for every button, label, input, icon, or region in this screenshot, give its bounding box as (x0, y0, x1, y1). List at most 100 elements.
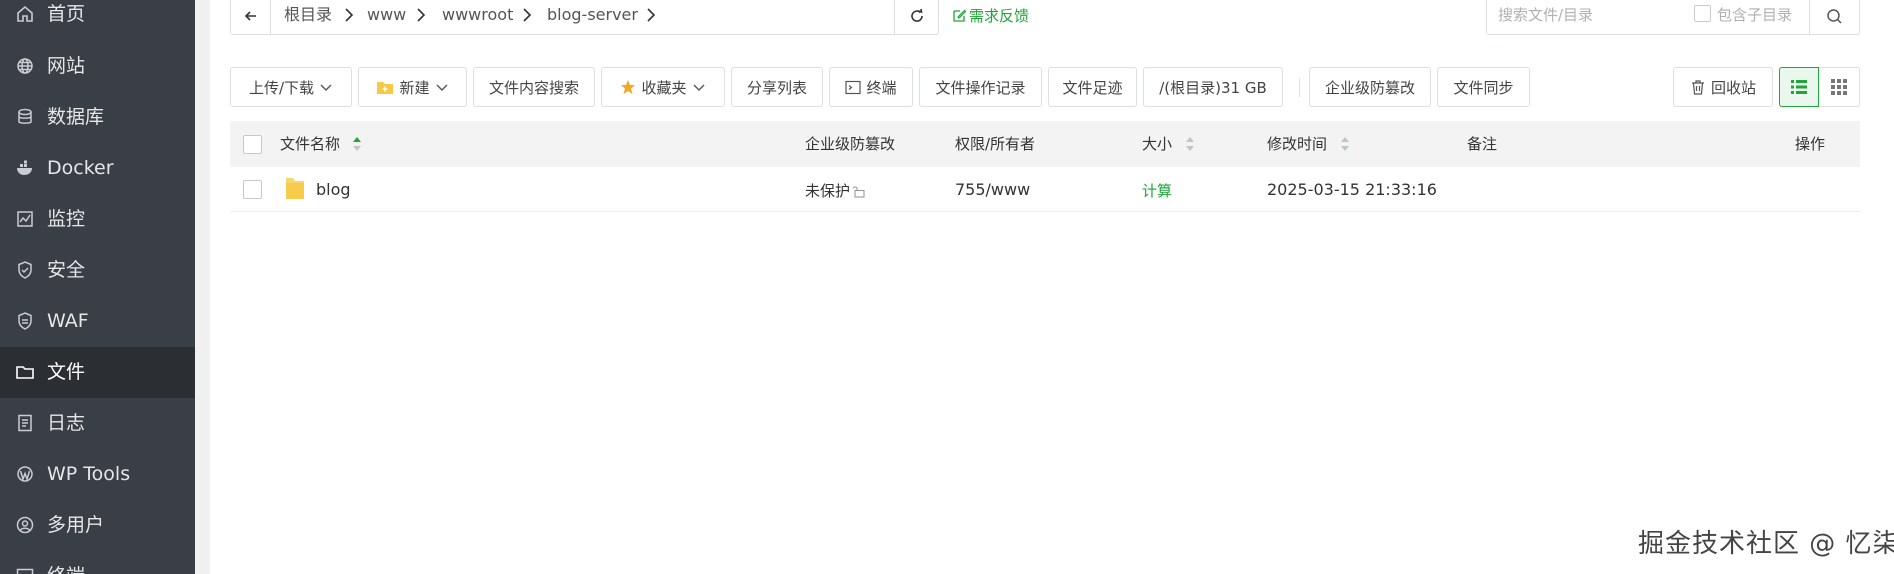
monitor-icon (15, 209, 35, 229)
sort-icon[interactable] (1340, 135, 1350, 153)
select-all-checkbox[interactable] (243, 135, 262, 154)
sidebar-item-security[interactable]: 安全 (0, 245, 195, 296)
content-search-button[interactable]: 文件内容搜索 (473, 67, 595, 107)
path-bar[interactable]: 根目录 www wwwroot blog-server (230, 0, 939, 35)
wordpress-icon (15, 464, 35, 484)
breadcrumb-www[interactable]: www (367, 5, 406, 25)
sidebar: 首页 网站 数据库 Docker 监控 安全 WAF 文件 日志 WP Tool… (0, 0, 195, 574)
back-button[interactable] (231, 0, 271, 34)
star-icon (621, 80, 636, 94)
include-subdir-checkbox[interactable] (1694, 5, 1711, 22)
include-subdir-label: 包含子目录 (1717, 6, 1793, 24)
sidebar-item-label: 安全 (47, 259, 86, 281)
search-button[interactable] (1809, 0, 1859, 34)
sidebar-item-label: 首页 (47, 3, 86, 25)
sidebar-item-websites[interactable]: 网站 (0, 41, 195, 92)
breadcrumb-root[interactable]: 根目录 (284, 5, 332, 25)
column-header-remark: 备注 (1467, 135, 1498, 153)
edit-icon (953, 9, 967, 22)
sidebar-item-label: WP Tools (47, 463, 131, 485)
file-name[interactable]: blog (316, 180, 351, 200)
sidebar-item-docker[interactable]: Docker (0, 143, 195, 194)
grid-view-button[interactable] (1819, 67, 1860, 107)
sidebar-item-label: 日志 (47, 412, 86, 434)
sidebar-item-monitor[interactable]: 监控 (0, 194, 195, 245)
sort-asc-icon[interactable] (352, 135, 362, 153)
sidebar-item-multi-user[interactable]: 多用户 (0, 500, 195, 551)
chevron-right-icon (345, 8, 354, 22)
share-list-label: 分享列表 (746, 78, 807, 97)
sidebar-item-label: 数据库 (47, 106, 105, 128)
refresh-icon (910, 8, 923, 22)
chevron-down-icon (693, 84, 704, 91)
content-search-label: 文件内容搜索 (488, 78, 579, 97)
terminal-icon (845, 80, 862, 94)
sidebar-item-label: 多用户 (47, 514, 105, 536)
sidebar-item-waf[interactable]: WAF (0, 296, 195, 347)
upload-download-button[interactable]: 上传/下载 (230, 67, 352, 107)
sidebar-item-terminal[interactable]: 终端 (0, 551, 195, 574)
docker-icon (15, 158, 35, 178)
permission-owner[interactable]: 755/www (955, 180, 1030, 200)
file-sync-label: 文件同步 (1453, 78, 1514, 97)
column-header-name[interactable]: 文件名称 (280, 135, 340, 153)
terminal-icon (15, 566, 35, 574)
sort-icon[interactable] (1185, 135, 1195, 153)
tamper-status[interactable]: 未保护 (805, 181, 866, 201)
search-icon (1827, 8, 1842, 24)
new-button[interactable]: 新建 (358, 67, 467, 107)
sidebar-item-files[interactable]: 文件 (0, 347, 195, 398)
watermark: 掘金技术社区 @ 忆柒 (1638, 529, 1894, 559)
shield-icon (15, 260, 35, 280)
sidebar-item-logs[interactable]: 日志 (0, 398, 195, 449)
list-view-icon (1791, 80, 1807, 94)
recycle-bin-button[interactable]: 回收站 (1673, 67, 1773, 107)
grid-view-icon (1831, 79, 1847, 95)
favorites-button[interactable]: 收藏夹 (601, 67, 725, 107)
table-header: 文件名称 企业级防篡改 权限/所有者 大小 修改时间 备注 操作 (230, 121, 1860, 167)
table-row[interactable]: blog 未保护 755/www 计算 2025-03-15 21:33:16 (230, 167, 1860, 212)
feedback-link[interactable]: 需求反馈 (952, 5, 1029, 26)
disk-usage-button[interactable]: /(根目录)31 GB (1143, 67, 1283, 107)
favorites-label: 收藏夹 (641, 78, 687, 97)
chevron-down-icon (320, 84, 332, 91)
arrow-left-icon (244, 11, 256, 21)
sidebar-item-home[interactable]: 首页 (0, 0, 195, 40)
log-icon (15, 413, 35, 433)
refresh-button[interactable] (894, 0, 938, 34)
sidebar-item-label: Docker (47, 157, 114, 179)
breadcrumb-blog-server[interactable]: blog-server (547, 5, 638, 25)
file-sync-button[interactable]: 文件同步 (1437, 67, 1530, 107)
terminal-button[interactable]: 终端 (829, 67, 913, 107)
recycle-bin-label: 回收站 (1710, 78, 1756, 97)
breadcrumb-wwwroot[interactable]: wwwroot (442, 5, 513, 25)
file-manager-app: 首页 网站 数据库 Docker 监控 安全 WAF 文件 日志 WP Tool… (0, 0, 1894, 574)
sidebar-item-label: 监控 (47, 208, 86, 230)
waf-shield-icon (15, 311, 35, 331)
sidebar-item-label: 网站 (47, 55, 86, 77)
operation-log-button[interactable]: 文件操作记录 (919, 67, 1042, 107)
column-header-modified[interactable]: 修改时间 (1267, 135, 1327, 153)
chevron-right-icon (417, 8, 426, 22)
sidebar-item-wp-tools[interactable]: WP Tools (0, 449, 195, 500)
search-input[interactable]: 搜索文件/目录 (1498, 4, 1593, 25)
disk-usage-label: /(根目录)31 GB (1159, 78, 1267, 97)
trash-icon (1691, 80, 1704, 95)
sidebar-item-database[interactable]: 数据库 (0, 92, 195, 143)
footprint-button[interactable]: 文件足迹 (1048, 67, 1137, 107)
chevron-right-icon (647, 8, 656, 22)
column-header-permission: 权限/所有者 (955, 135, 1036, 153)
share-list-button[interactable]: 分享列表 (731, 67, 823, 107)
sidebar-item-label: 文件 (47, 361, 86, 383)
column-header-size[interactable]: 大小 (1142, 135, 1172, 153)
list-view-button[interactable] (1779, 67, 1819, 107)
row-checkbox[interactable] (243, 180, 262, 199)
search-box[interactable]: 搜索文件/目录 包含子目录 (1486, 0, 1860, 35)
unlock-icon (852, 186, 865, 198)
chevron-down-icon (436, 84, 447, 91)
home-icon (15, 4, 35, 24)
new-folder-icon (377, 81, 394, 94)
size-calculate-link[interactable]: 计算 (1142, 181, 1172, 201)
tamper-protection-button[interactable]: 企业级防篡改 (1309, 67, 1431, 107)
upload-download-label: 上传/下载 (248, 78, 315, 97)
